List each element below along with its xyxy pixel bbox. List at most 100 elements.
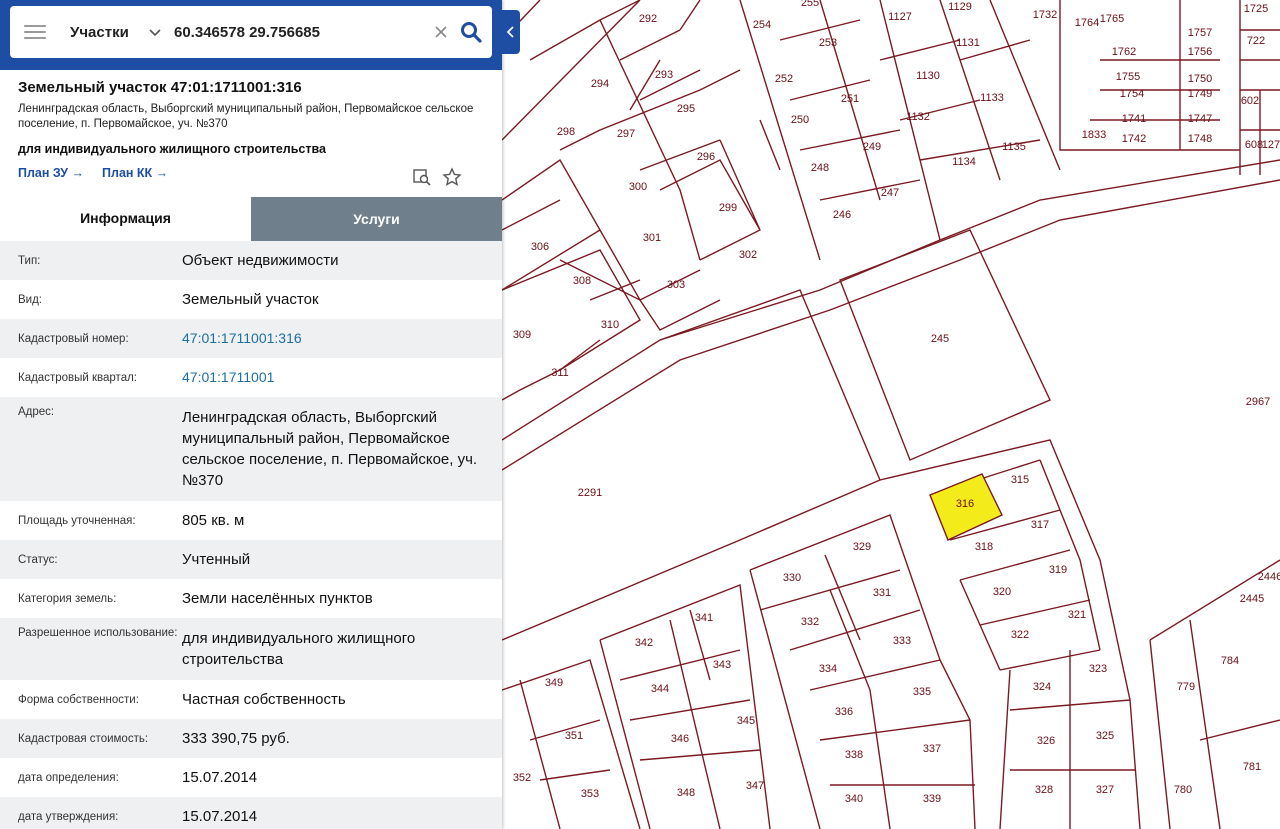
map-block-far-sw <box>501 659 641 829</box>
search-box: Участки 60.346578 29.756685 <box>10 6 492 58</box>
search-input[interactable]: 60.346578 29.756685 <box>174 24 432 41</box>
info-row-label: Категория земель: <box>18 592 117 605</box>
parcel-title: Земельный участок 47:01:1711001:316 <box>18 79 302 96</box>
lot-number-label: 1749 <box>1188 88 1212 100</box>
lot-number-label: 310 <box>601 319 619 331</box>
lot-number-label: 348 <box>677 787 695 799</box>
lot-number-label: 349 <box>545 677 563 689</box>
info-row-value: для индивидуального жилищного строительс… <box>182 630 416 668</box>
info-row-label: дата определения: <box>18 771 119 784</box>
search-icon[interactable] <box>460 21 482 43</box>
info-row-link[interactable]: 47:01:1711001 <box>182 361 484 394</box>
lot-number-label: 343 <box>713 659 731 671</box>
lot-number-label: 248 <box>811 162 829 174</box>
lot-number-label: 1742 <box>1122 133 1146 145</box>
lot-number-label: 1127 <box>888 11 912 23</box>
info-row-link[interactable]: 47:01:1711001:316 <box>182 322 484 355</box>
lot-number-label: 311 <box>551 367 569 379</box>
search-type-select[interactable]: Участки <box>70 24 148 41</box>
lot-number-label: 315 <box>1011 474 1029 486</box>
lot-number-label: 338 <box>845 749 863 761</box>
lot-number-label: 1725 <box>1244 3 1268 15</box>
info-panel: Участки 60.346578 29.756685 Земельный уч… <box>0 0 502 829</box>
zoom-to-icon[interactable] <box>412 167 432 187</box>
lot-number-label: 1133 <box>980 92 1004 104</box>
lot-number-label: 332 <box>801 616 819 628</box>
tab-information[interactable]: Информация <box>0 197 251 241</box>
lot-number-label: 320 <box>993 586 1011 598</box>
info-row-value: 333 390,75 руб. <box>182 730 290 747</box>
lot-number-label: 779 <box>1177 681 1195 693</box>
lot-number-label: 2445 <box>1240 593 1264 605</box>
lot-number-label: 1130 <box>916 70 940 82</box>
lot-number-label: 296 <box>697 151 715 163</box>
chevron-left-icon <box>506 26 514 38</box>
info-row-label: Адрес: <box>18 406 55 418</box>
lot-number-label: 345 <box>737 715 755 727</box>
map-block-west <box>501 199 641 401</box>
tab-bar: Информация Услуги <box>0 197 502 241</box>
lot-number-label: 1755 <box>1116 71 1140 83</box>
lot-245-outline <box>839 229 1051 461</box>
lot-number-label: 1748 <box>1188 133 1212 145</box>
lot-number-label: 602 <box>1241 95 1259 107</box>
lot-number-label: 346 <box>671 733 689 745</box>
lot-number-label: 1756 <box>1188 46 1212 58</box>
info-row: дата определения: 15.07.2014 <box>0 758 502 797</box>
lot-number-label: 336 <box>835 706 853 718</box>
plan-kk-link[interactable]: План КК → <box>102 166 168 180</box>
info-row-label: Вид: <box>18 293 42 306</box>
lot-number-label: 1741 <box>1122 113 1146 125</box>
lot-number-label: 325 <box>1096 730 1114 742</box>
lot-number-label: 1134 <box>952 156 976 168</box>
lot-number-label: 298 <box>557 126 575 138</box>
lot-number-label: 353 <box>581 788 599 800</box>
lot-number-label: 324 <box>1033 681 1051 693</box>
menu-icon[interactable] <box>24 25 46 39</box>
lot-number-label: 326 <box>1037 735 1055 747</box>
plan-zu-link[interactable]: План ЗУ → <box>18 166 84 180</box>
lot-number-label: 246 <box>833 209 851 221</box>
lot-number-label: 1747 <box>1188 113 1212 125</box>
lot-number-label: 1762 <box>1112 46 1136 58</box>
map-block-north-right <box>739 0 1061 261</box>
lot-number-label: 249 <box>863 141 881 153</box>
info-row-value: Частная собственность <box>182 691 346 708</box>
selected-lot-label: 316 <box>956 498 974 510</box>
lot-number-label: 1129 <box>948 1 972 13</box>
lot-number-label: 319 <box>1049 564 1067 576</box>
lot-number-label: 292 <box>639 13 657 25</box>
lot-number-label: 331 <box>873 587 891 599</box>
lot-number-label: 321 <box>1068 609 1086 621</box>
lot-number-label: 322 <box>1011 629 1029 641</box>
lot-number-label: 254 <box>753 19 771 31</box>
lot-number-label: 253 <box>819 37 837 49</box>
lot-number-label: 251 <box>841 93 859 105</box>
info-row: Кадастровая стоимость: 333 390,75 руб. <box>0 719 502 758</box>
lot-number-label: 329 <box>853 541 871 553</box>
info-row-label: Площадь уточненная: <box>18 514 136 527</box>
close-icon[interactable] <box>432 23 450 41</box>
collapse-panel-button[interactable] <box>502 10 520 54</box>
search-bar: Участки 60.346578 29.756685 <box>0 0 502 70</box>
lot-number-label: 323 <box>1089 663 1107 675</box>
tab-services[interactable]: Услуги <box>251 197 502 241</box>
info-row-label: Форма собственности: <box>18 693 139 706</box>
info-row-label: Статус: <box>18 553 58 566</box>
info-row-label: дата утверждения: <box>18 810 119 823</box>
lot-number-label: 352 <box>513 772 531 784</box>
star-icon[interactable] <box>442 167 462 187</box>
lot-number-label: 299 <box>719 202 737 214</box>
lot-number-label: 722 <box>1247 35 1265 47</box>
lot-number-label: 302 <box>739 249 757 261</box>
lot-number-label: 340 <box>845 793 863 805</box>
lot-number-label: 341 <box>695 612 713 624</box>
info-row-value: Учтенный <box>182 551 251 568</box>
lot-number-label: 351 <box>565 730 583 742</box>
lot-number-label: 1765 <box>1100 13 1124 25</box>
info-row: дата утверждения: 15.07.2014 <box>0 797 502 829</box>
info-row-value: Ленинградская область, Выборгский муници… <box>182 409 478 489</box>
lot-number-label: 337 <box>923 743 941 755</box>
lot-number-label: 2967 <box>1246 396 1270 408</box>
chevron-down-icon[interactable] <box>148 25 162 39</box>
